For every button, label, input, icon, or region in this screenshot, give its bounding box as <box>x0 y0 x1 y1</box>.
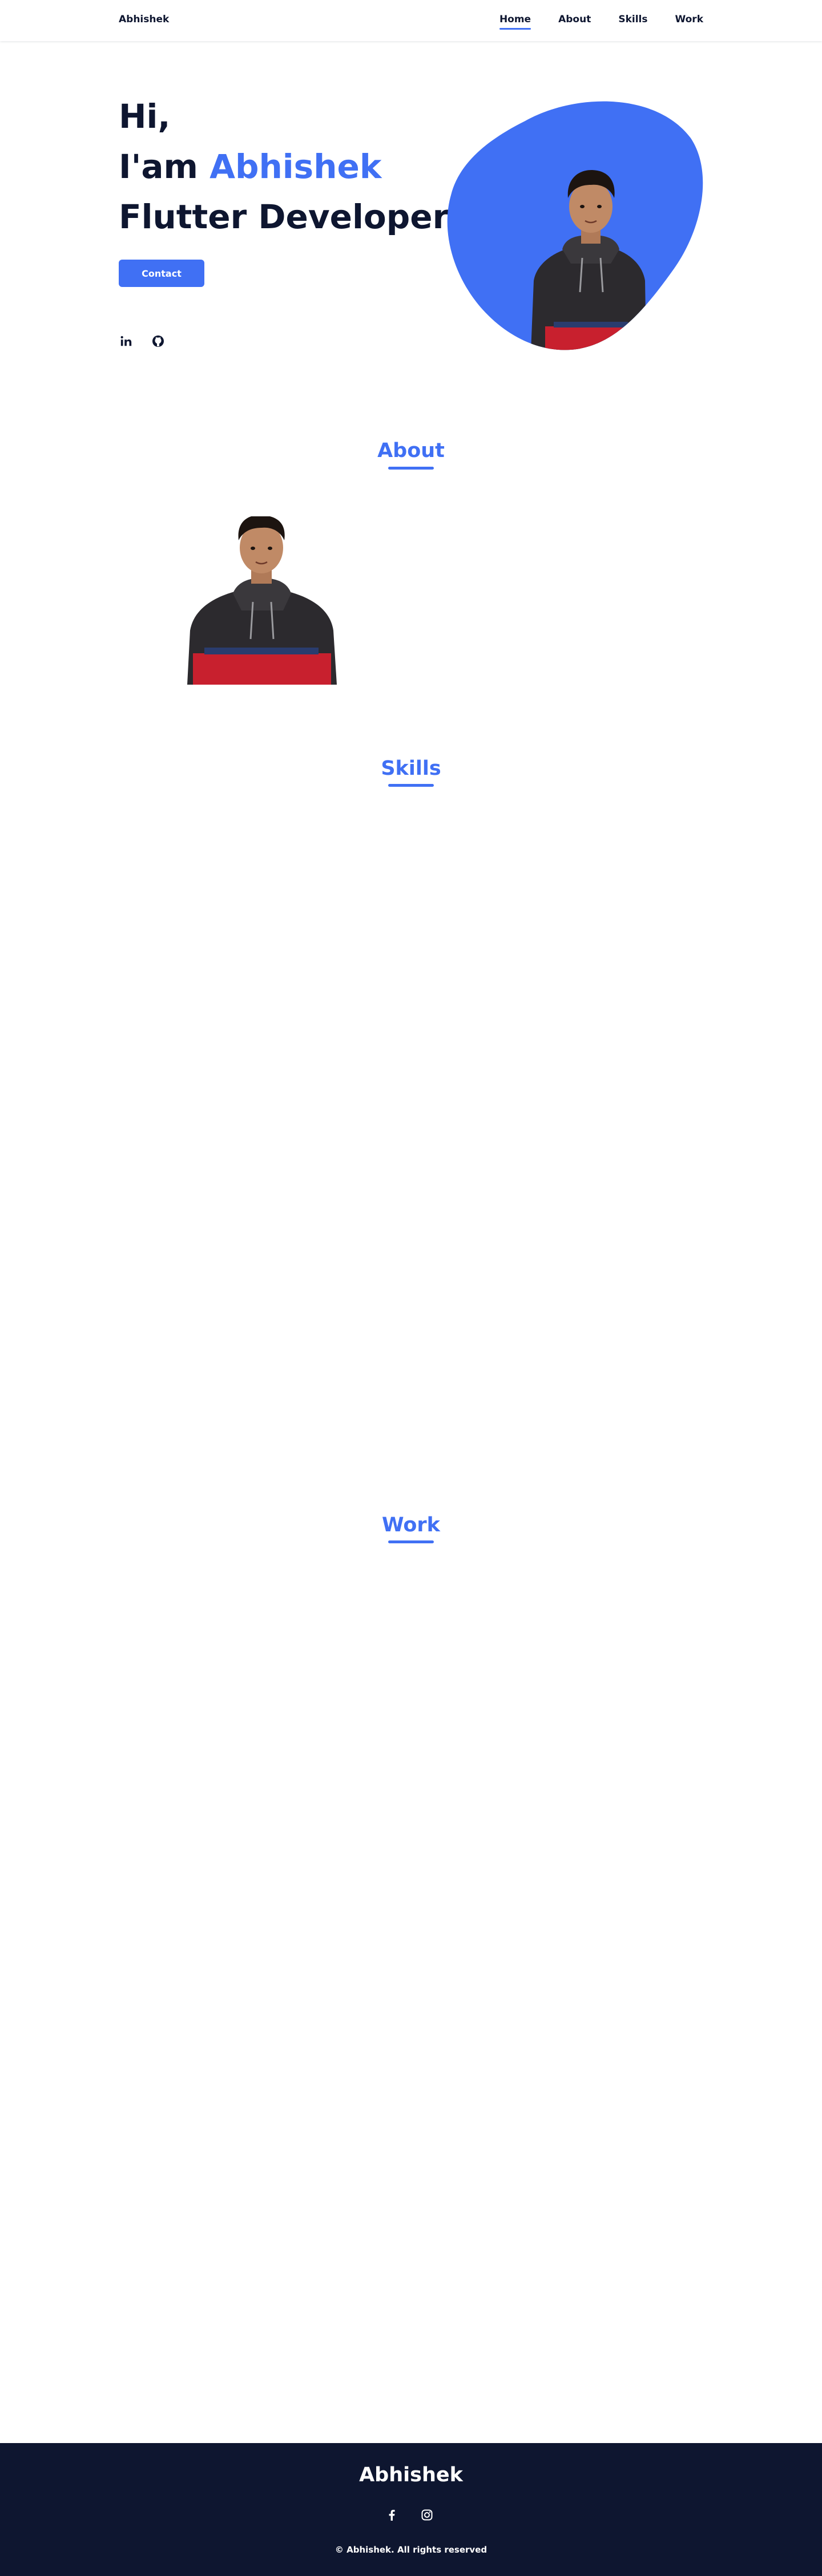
hero-socials <box>119 334 166 349</box>
hero-heading: Hi, I'am Abhishek Flutter Developer <box>119 91 449 242</box>
hero-greeting: Hi, <box>119 97 171 136</box>
hero-blob-illustration <box>447 101 703 350</box>
nav-skills[interactable]: Skills <box>618 14 647 25</box>
hero-intro: I'am Abhishek <box>119 141 449 192</box>
hero-role: Flutter Developer <box>119 197 449 236</box>
linkedin-icon[interactable] <box>119 334 134 349</box>
nav-home[interactable]: Home <box>499 14 531 30</box>
main-nav: Home About Skills Work <box>472 14 703 30</box>
about-portrait <box>187 515 337 685</box>
nav-about[interactable]: About <box>558 14 591 25</box>
work-title-underline <box>388 1540 434 1543</box>
github-icon[interactable] <box>151 334 166 349</box>
site-footer: Abhishek © Abhishek. All rights reserved <box>0 2443 822 2576</box>
work-title: Work <box>382 1514 440 1536</box>
skills-title-underline <box>388 784 434 787</box>
skills-title: Skills <box>381 757 441 780</box>
footer-socials <box>384 2507 435 2523</box>
contact-button[interactable]: Contact <box>119 260 204 287</box>
instagram-icon[interactable] <box>419 2507 435 2523</box>
about-title-underline <box>388 467 434 470</box>
copyright-text: © Abhishek. All rights reserved <box>335 2545 487 2555</box>
facebook-icon[interactable] <box>384 2507 400 2523</box>
hero-portrait <box>445 98 703 352</box>
about-person-illustration <box>187 515 337 685</box>
about-title: About <box>377 439 445 462</box>
footer-title: Abhishek <box>359 2464 463 2486</box>
site-logo[interactable]: Abhishek <box>119 14 169 25</box>
nav-work[interactable]: Work <box>675 14 703 25</box>
hero-name: Abhishek <box>209 147 382 186</box>
hero-intro-prefix: I'am <box>119 147 210 186</box>
site-header: Abhishek Home About Skills Work <box>0 0 822 41</box>
